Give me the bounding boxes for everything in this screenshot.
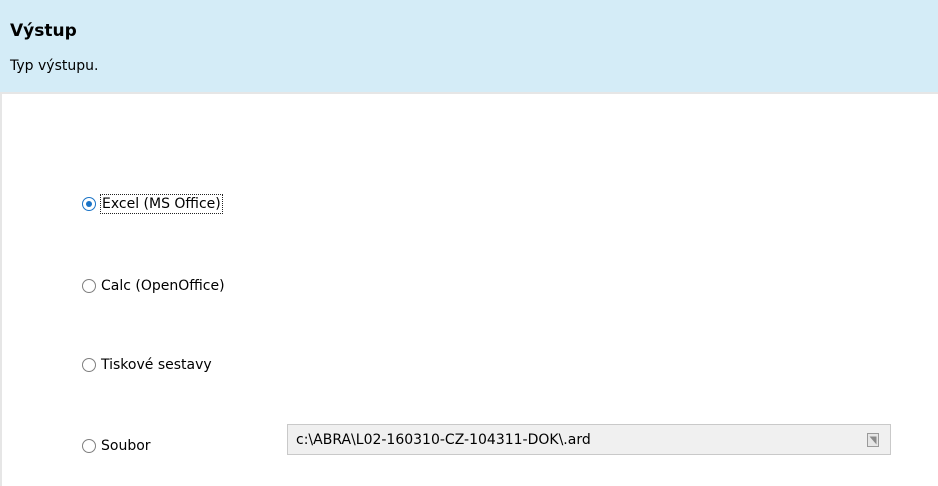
radio-label-tiskove-sestavy[interactable]: Tiskové sestavy — [101, 356, 212, 374]
radio-option-excel[interactable]: Excel (MS Office) — [82, 192, 223, 216]
radio-tiskove-sestavy[interactable] — [82, 358, 96, 372]
folder-browse-icon[interactable] — [866, 432, 880, 448]
output-type-panel: Excel (MS Office) Calc (OpenOffice) Tisk… — [0, 94, 938, 486]
radio-soubor[interactable] — [82, 439, 96, 453]
radio-option-soubor[interactable]: Soubor — [82, 434, 151, 458]
radio-option-calc[interactable]: Calc (OpenOffice) — [82, 274, 225, 298]
file-path-field[interactable]: c:\ABRA\L02-160310-CZ-104311-DOK\.ard — [287, 424, 891, 455]
radio-label-excel[interactable]: Excel (MS Office) — [100, 194, 223, 214]
page-title: Výstup — [10, 21, 77, 41]
radio-label-calc[interactable]: Calc (OpenOffice) — [101, 277, 225, 295]
radio-calc[interactable] — [82, 279, 96, 293]
radio-excel[interactable] — [82, 197, 96, 211]
header: Výstup Typ výstupu. — [0, 0, 938, 94]
radio-option-tiskove-sestavy[interactable]: Tiskové sestavy — [82, 353, 212, 377]
radio-label-soubor[interactable]: Soubor — [101, 437, 151, 455]
panel-left-border — [0, 94, 2, 486]
page-subtitle: Typ výstupu. — [10, 58, 99, 74]
file-path-value: c:\ABRA\L02-160310-CZ-104311-DOK\.ard — [296, 432, 591, 448]
